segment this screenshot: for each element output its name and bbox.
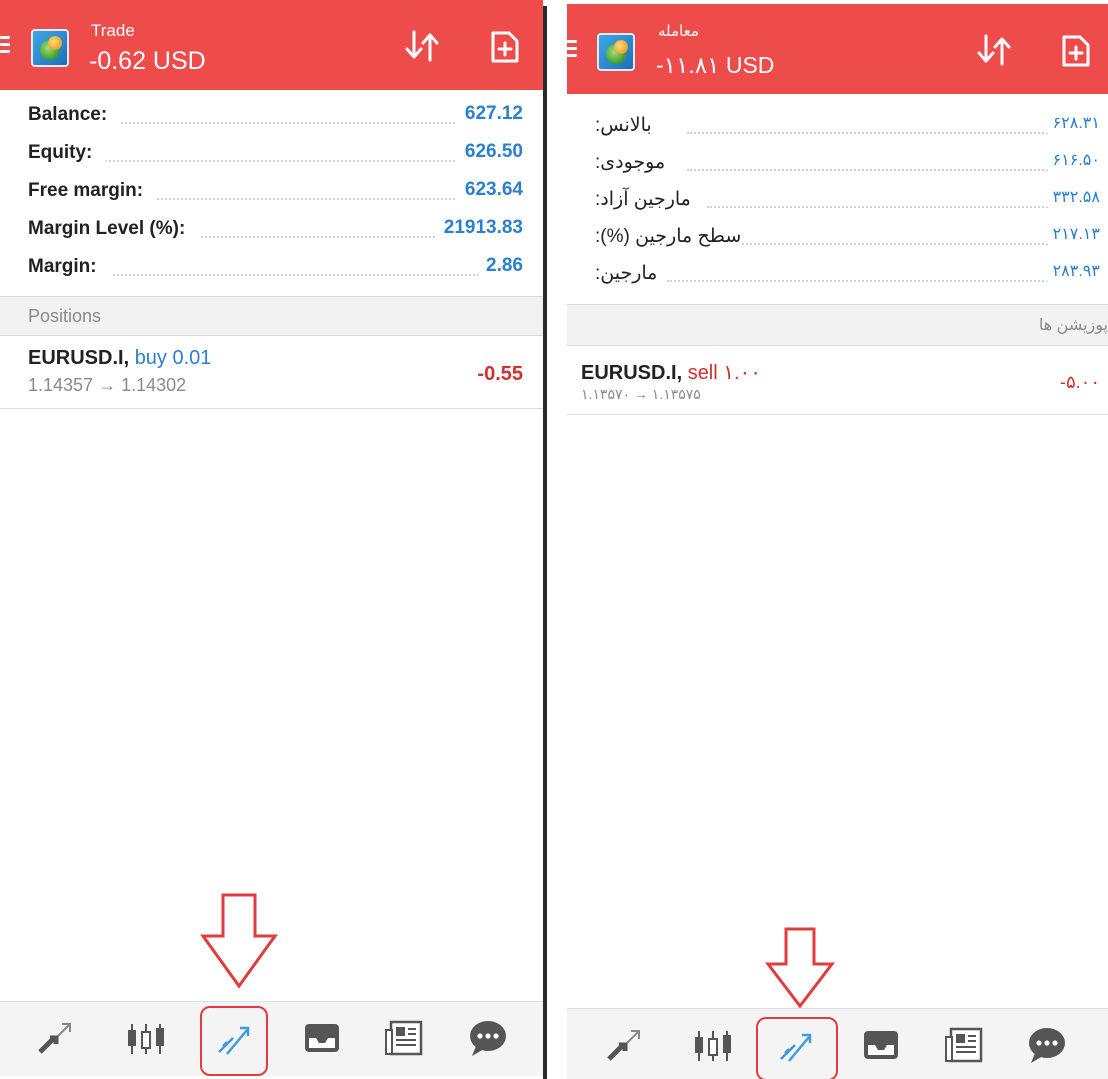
- equity-row: Equity: 626.50: [0, 133, 543, 171]
- margin-label: Margin:: [28, 256, 111, 278]
- screen-title: Trade: [91, 21, 135, 40]
- quotes-icon[interactable]: [34, 1016, 78, 1060]
- screenshot-divider: [543, 0, 567, 1079]
- margin-level-value: 21913.83: [435, 217, 523, 239]
- trade-icon[interactable]: [213, 1016, 257, 1060]
- dot-leader: [707, 206, 1048, 208]
- history-icon[interactable]: [859, 1023, 903, 1067]
- balance-row: Balance: 627.12: [0, 95, 543, 133]
- chat-icon[interactable]: [466, 1016, 510, 1060]
- trade-icon[interactable]: [775, 1023, 819, 1067]
- equity-label: موجودی:: [581, 151, 666, 174]
- equity-value: ۶۱۶.۵۰: [1044, 150, 1100, 170]
- dot-leader: [687, 132, 1048, 134]
- position-row[interactable]: EURUSD.I, buy 0.01 1.14357 → 1.14302 -0.…: [0, 336, 543, 408]
- menu-icon[interactable]: [0, 36, 12, 56]
- free-margin-label: مارجین آزاد:: [581, 188, 691, 211]
- dot-leader: [742, 243, 1048, 245]
- balance-value: ۶۲۸.۳۱: [1044, 113, 1100, 133]
- chat-icon[interactable]: [1025, 1023, 1069, 1067]
- position-row[interactable]: EURUSD.I, sell ۱.۰۰ ۱.۱۳۵۷۰ → ۱.۱۳۵۷۵ -۵…: [567, 346, 1108, 414]
- trade-screen-persian: معامله -۱۱.۸۱ USD بالانس: ۶۲۸.۳۱ موجودی:…: [567, 4, 1108, 1079]
- margin-value: ۲۸۳.۹۳: [1044, 261, 1100, 281]
- dot-leader: [687, 169, 1048, 171]
- history-icon[interactable]: [300, 1016, 344, 1060]
- divider: [567, 414, 1108, 415]
- account-summary: Balance: 627.12 Equity: 626.50 Free marg…: [0, 95, 543, 285]
- account-summary: بالانس: ۶۲۸.۳۱ موجودی: ۶۱۶.۵۰ مارجین آزا…: [567, 105, 1108, 290]
- divider: [0, 408, 543, 409]
- new-order-icon[interactable]: [490, 30, 520, 64]
- positions-header: Positions: [0, 297, 543, 335]
- free-margin-row: Free margin: 623.64: [0, 171, 543, 209]
- positions-label: پوزیشن ها: [1038, 317, 1108, 334]
- balance-label: Balance:: [28, 104, 122, 126]
- bottom-nav: [567, 1008, 1108, 1079]
- app-header: معامله -۱۱.۸۱ USD: [567, 4, 1108, 94]
- quotes-icon[interactable]: [603, 1023, 647, 1067]
- free-margin-row: مارجین آزاد: ۳۳۲.۵۸: [567, 179, 1108, 216]
- margin-row: مارجین: ۲۸۳.۹۳: [567, 253, 1108, 290]
- position-prices: ۱.۱۳۵۷۰ → ۱.۱۳۵۷۵: [581, 386, 701, 402]
- floating-profit: -۱۱.۸۱ USD: [656, 52, 775, 78]
- position-symbol: EURUSD.I, buy 0.01: [28, 347, 212, 369]
- margin-level-row: سطح مارجین (%): ۲۱۷.۱۳: [567, 216, 1108, 253]
- margin-row: Margin: 2.86: [0, 247, 543, 285]
- margin-level-label: Margin Level (%):: [28, 218, 200, 240]
- down-arrow-annotation-icon: [200, 893, 278, 989]
- app-header: Trade -0.62 USD: [0, 0, 543, 90]
- balance-label: بالانس:: [581, 114, 652, 137]
- position-side: sell ۱.۰۰: [687, 362, 762, 384]
- balance-value: 627.12: [456, 103, 523, 125]
- trade-screen-english: Trade -0.62 USD Balance: 627.12 Equity: …: [0, 0, 543, 1079]
- news-icon[interactable]: [383, 1016, 427, 1060]
- sort-icon[interactable]: [402, 26, 442, 66]
- menu-icon[interactable]: [567, 40, 579, 60]
- equity-label: Equity:: [28, 142, 107, 164]
- sort-icon[interactable]: [974, 30, 1014, 70]
- position-side: buy 0.01: [134, 347, 212, 369]
- free-margin-value: ۳۳۲.۵۸: [1044, 187, 1100, 207]
- position-prices: 1.14357 → 1.14302: [28, 375, 187, 395]
- floating-profit: -0.62 USD: [89, 47, 206, 75]
- positions-label: Positions: [28, 306, 102, 326]
- news-icon[interactable]: [943, 1023, 987, 1067]
- bottom-nav: [0, 1001, 543, 1076]
- margin-label: مارجین:: [581, 262, 658, 285]
- chart-icon[interactable]: [124, 1016, 168, 1060]
- position-profit: -۵.۰۰: [1060, 372, 1100, 392]
- margin-value: 2.86: [478, 255, 523, 277]
- new-order-icon[interactable]: [1061, 34, 1091, 68]
- down-arrow-annotation-icon: [764, 927, 836, 1009]
- dot-leader: [667, 280, 1048, 282]
- balance-row: بالانس: ۶۲۸.۳۱: [567, 105, 1108, 142]
- free-margin-value: 623.64: [456, 179, 523, 201]
- equity-value: 626.50: [456, 141, 523, 163]
- metatrader-logo-icon[interactable]: [597, 33, 635, 71]
- chart-icon[interactable]: [691, 1023, 735, 1067]
- screen-title: معامله: [658, 23, 699, 40]
- margin-level-row: Margin Level (%): 21913.83: [0, 209, 543, 247]
- equity-row: موجودی: ۶۱۶.۵۰: [567, 142, 1108, 179]
- margin-level-label: سطح مارجین (%):: [581, 225, 742, 248]
- metatrader-logo-icon[interactable]: [31, 29, 69, 67]
- position-symbol: EURUSD.I, sell ۱.۰۰: [581, 362, 762, 384]
- free-margin-label: Free margin:: [28, 180, 158, 202]
- positions-header: پوزیشن ها: [567, 305, 1108, 345]
- margin-level-value: ۲۱۷.۱۳: [1044, 224, 1100, 244]
- position-profit: -0.55: [477, 363, 523, 385]
